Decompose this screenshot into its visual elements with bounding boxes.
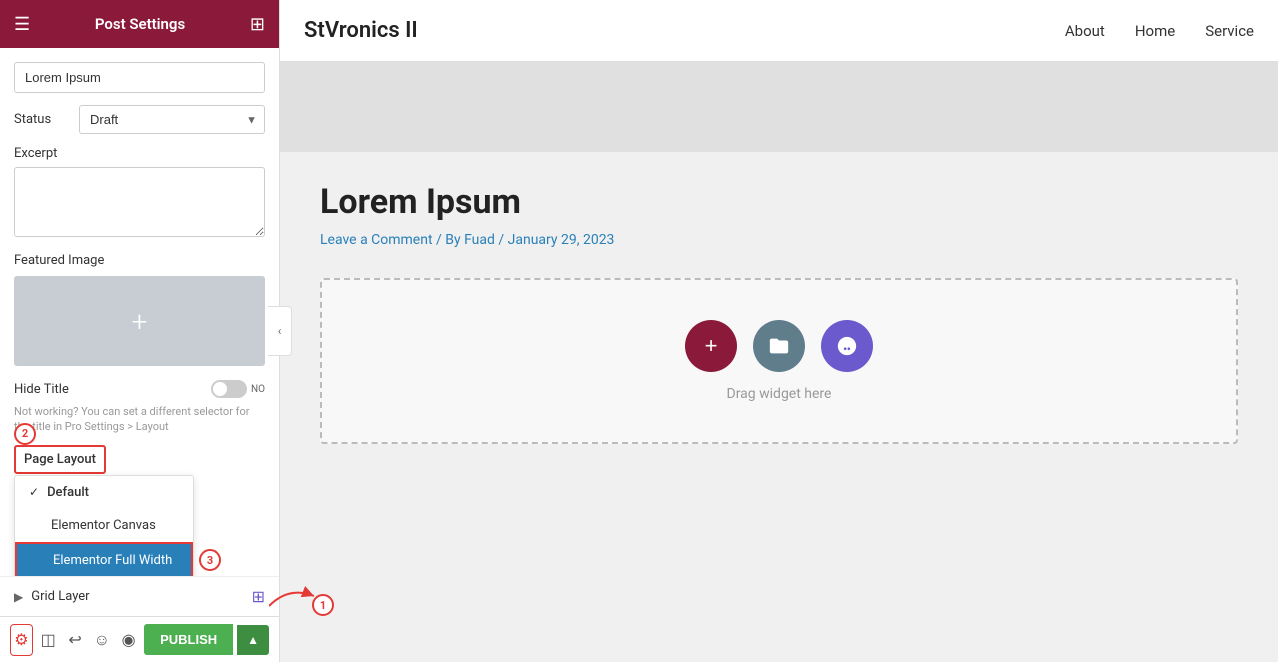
status-row: Status Draft Published Pending Review ▼ [14, 105, 265, 134]
checkmark-icon: ✓ [29, 485, 39, 499]
drag-hint: Drag widget here [727, 386, 832, 402]
sidebar: ☰ Post Settings ⊞ Status Draft Published… [0, 0, 280, 662]
sidebar-content: Status Draft Published Pending Review ▼ … [0, 48, 279, 576]
dropdown-item-fullwidth[interactable]: Elementor Full Width 3 [15, 542, 193, 576]
toggle-no-label: NO [251, 384, 265, 395]
grid-layer-row: ▶ Grid Layer ⊞ 1 [0, 576, 279, 616]
widget-area[interactable]: + Drag widget here [320, 278, 1238, 444]
folder-widget-button[interactable] [753, 320, 805, 372]
history-icon[interactable]: ↩ [64, 624, 87, 656]
grid-layer-label: Grid Layer [31, 589, 89, 604]
grid-icon[interactable]: ⊞ [250, 14, 265, 35]
toggle-thumb [213, 382, 227, 396]
sidebar-header: ☰ Post Settings ⊞ [0, 0, 279, 48]
dropdown-item-canvas-label: Elementor Canvas [51, 518, 156, 533]
title-input[interactable] [14, 62, 265, 93]
sidebar-title: Post Settings [95, 15, 185, 33]
layers-icon[interactable]: ◫ [37, 624, 60, 656]
excerpt-label: Excerpt [14, 146, 265, 161]
hint-text: Not working? You can set a different sel… [14, 404, 265, 435]
nav-service[interactable]: Service [1205, 22, 1254, 40]
nav-links: About Home Service [1065, 22, 1254, 40]
content-area: Lorem Ipsum Leave a Comment / By Fuad / … [280, 152, 1278, 662]
publish-button[interactable]: PUBLISH [144, 624, 233, 655]
status-select-wrapper: Draft Published Pending Review ▼ [79, 105, 265, 134]
toggle-wrapper: NO [211, 380, 265, 398]
hide-title-row: Hide Title NO [14, 380, 265, 398]
nav-home[interactable]: Home [1135, 22, 1175, 40]
dropdown-item-default-label: Default [47, 485, 89, 500]
banner-area [280, 62, 1278, 152]
excerpt-textarea[interactable] [14, 167, 265, 237]
top-nav: StVronics II About Home Service [280, 0, 1278, 62]
page-layout-button[interactable]: Page Layout [14, 445, 106, 474]
publish-dropdown-button[interactable]: ▲ [237, 625, 269, 655]
expand-icon[interactable]: ▶ [14, 590, 23, 604]
post-meta: Leave a Comment / By Fuad / January 29, … [320, 232, 1238, 248]
dropdown-anchor: 2 Page Layout ✓ Default Elementor Canvas [14, 445, 265, 482]
main-area: StVronics II About Home Service Lorem Ip… [280, 0, 1278, 662]
dropdown-item-default[interactable]: ✓ Default [15, 476, 193, 509]
collapse-sidebar-button[interactable]: ‹ [268, 306, 292, 356]
status-select[interactable]: Draft Published Pending Review [79, 105, 265, 134]
grid-layer-left: ▶ Grid Layer [14, 589, 90, 604]
hide-title-toggle[interactable] [211, 380, 247, 398]
page-layout-container: 2 Page Layout ✓ Default Elementor Canvas [14, 445, 265, 482]
comments-icon[interactable]: ☺ [90, 624, 113, 656]
post-title: Lorem Ipsum [320, 182, 1238, 222]
featured-image-label: Featured Image [14, 253, 265, 268]
dropdown-item-canvas[interactable]: Elementor Canvas [15, 509, 193, 542]
add-image-icon: + [132, 305, 148, 338]
featured-image-box[interactable]: + [14, 276, 265, 366]
settings-icon[interactable]: ⚙ [10, 624, 33, 656]
dropdown-item-fullwidth-label: Elementor Full Width [53, 553, 172, 568]
status-label: Status [14, 112, 69, 127]
add-widget-button[interactable]: + [685, 320, 737, 372]
hamburger-icon[interactable]: ☰ [14, 14, 30, 35]
badge-2: 2 [14, 423, 36, 445]
nav-about[interactable]: About [1065, 22, 1105, 40]
dropdown-menu-wrapper: ✓ Default Elementor Canvas Elementor Ful… [14, 475, 194, 576]
badge-1: 1 [312, 594, 334, 616]
emoji-widget-button[interactable] [821, 320, 873, 372]
widget-icons-row: + [685, 320, 873, 372]
eye-icon[interactable]: ◉ [117, 624, 140, 656]
page-layout-dropdown: ✓ Default Elementor Canvas Elementor Ful… [14, 475, 194, 576]
site-title: StVronics II [304, 18, 418, 43]
badge-3: 3 [199, 549, 221, 571]
grid-layer-icon: ⊞ [252, 587, 265, 606]
hide-title-label: Hide Title [14, 382, 69, 397]
bottom-toolbar: ⚙ ◫ ↩ ☺ ◉ PUBLISH ▲ [0, 616, 279, 662]
